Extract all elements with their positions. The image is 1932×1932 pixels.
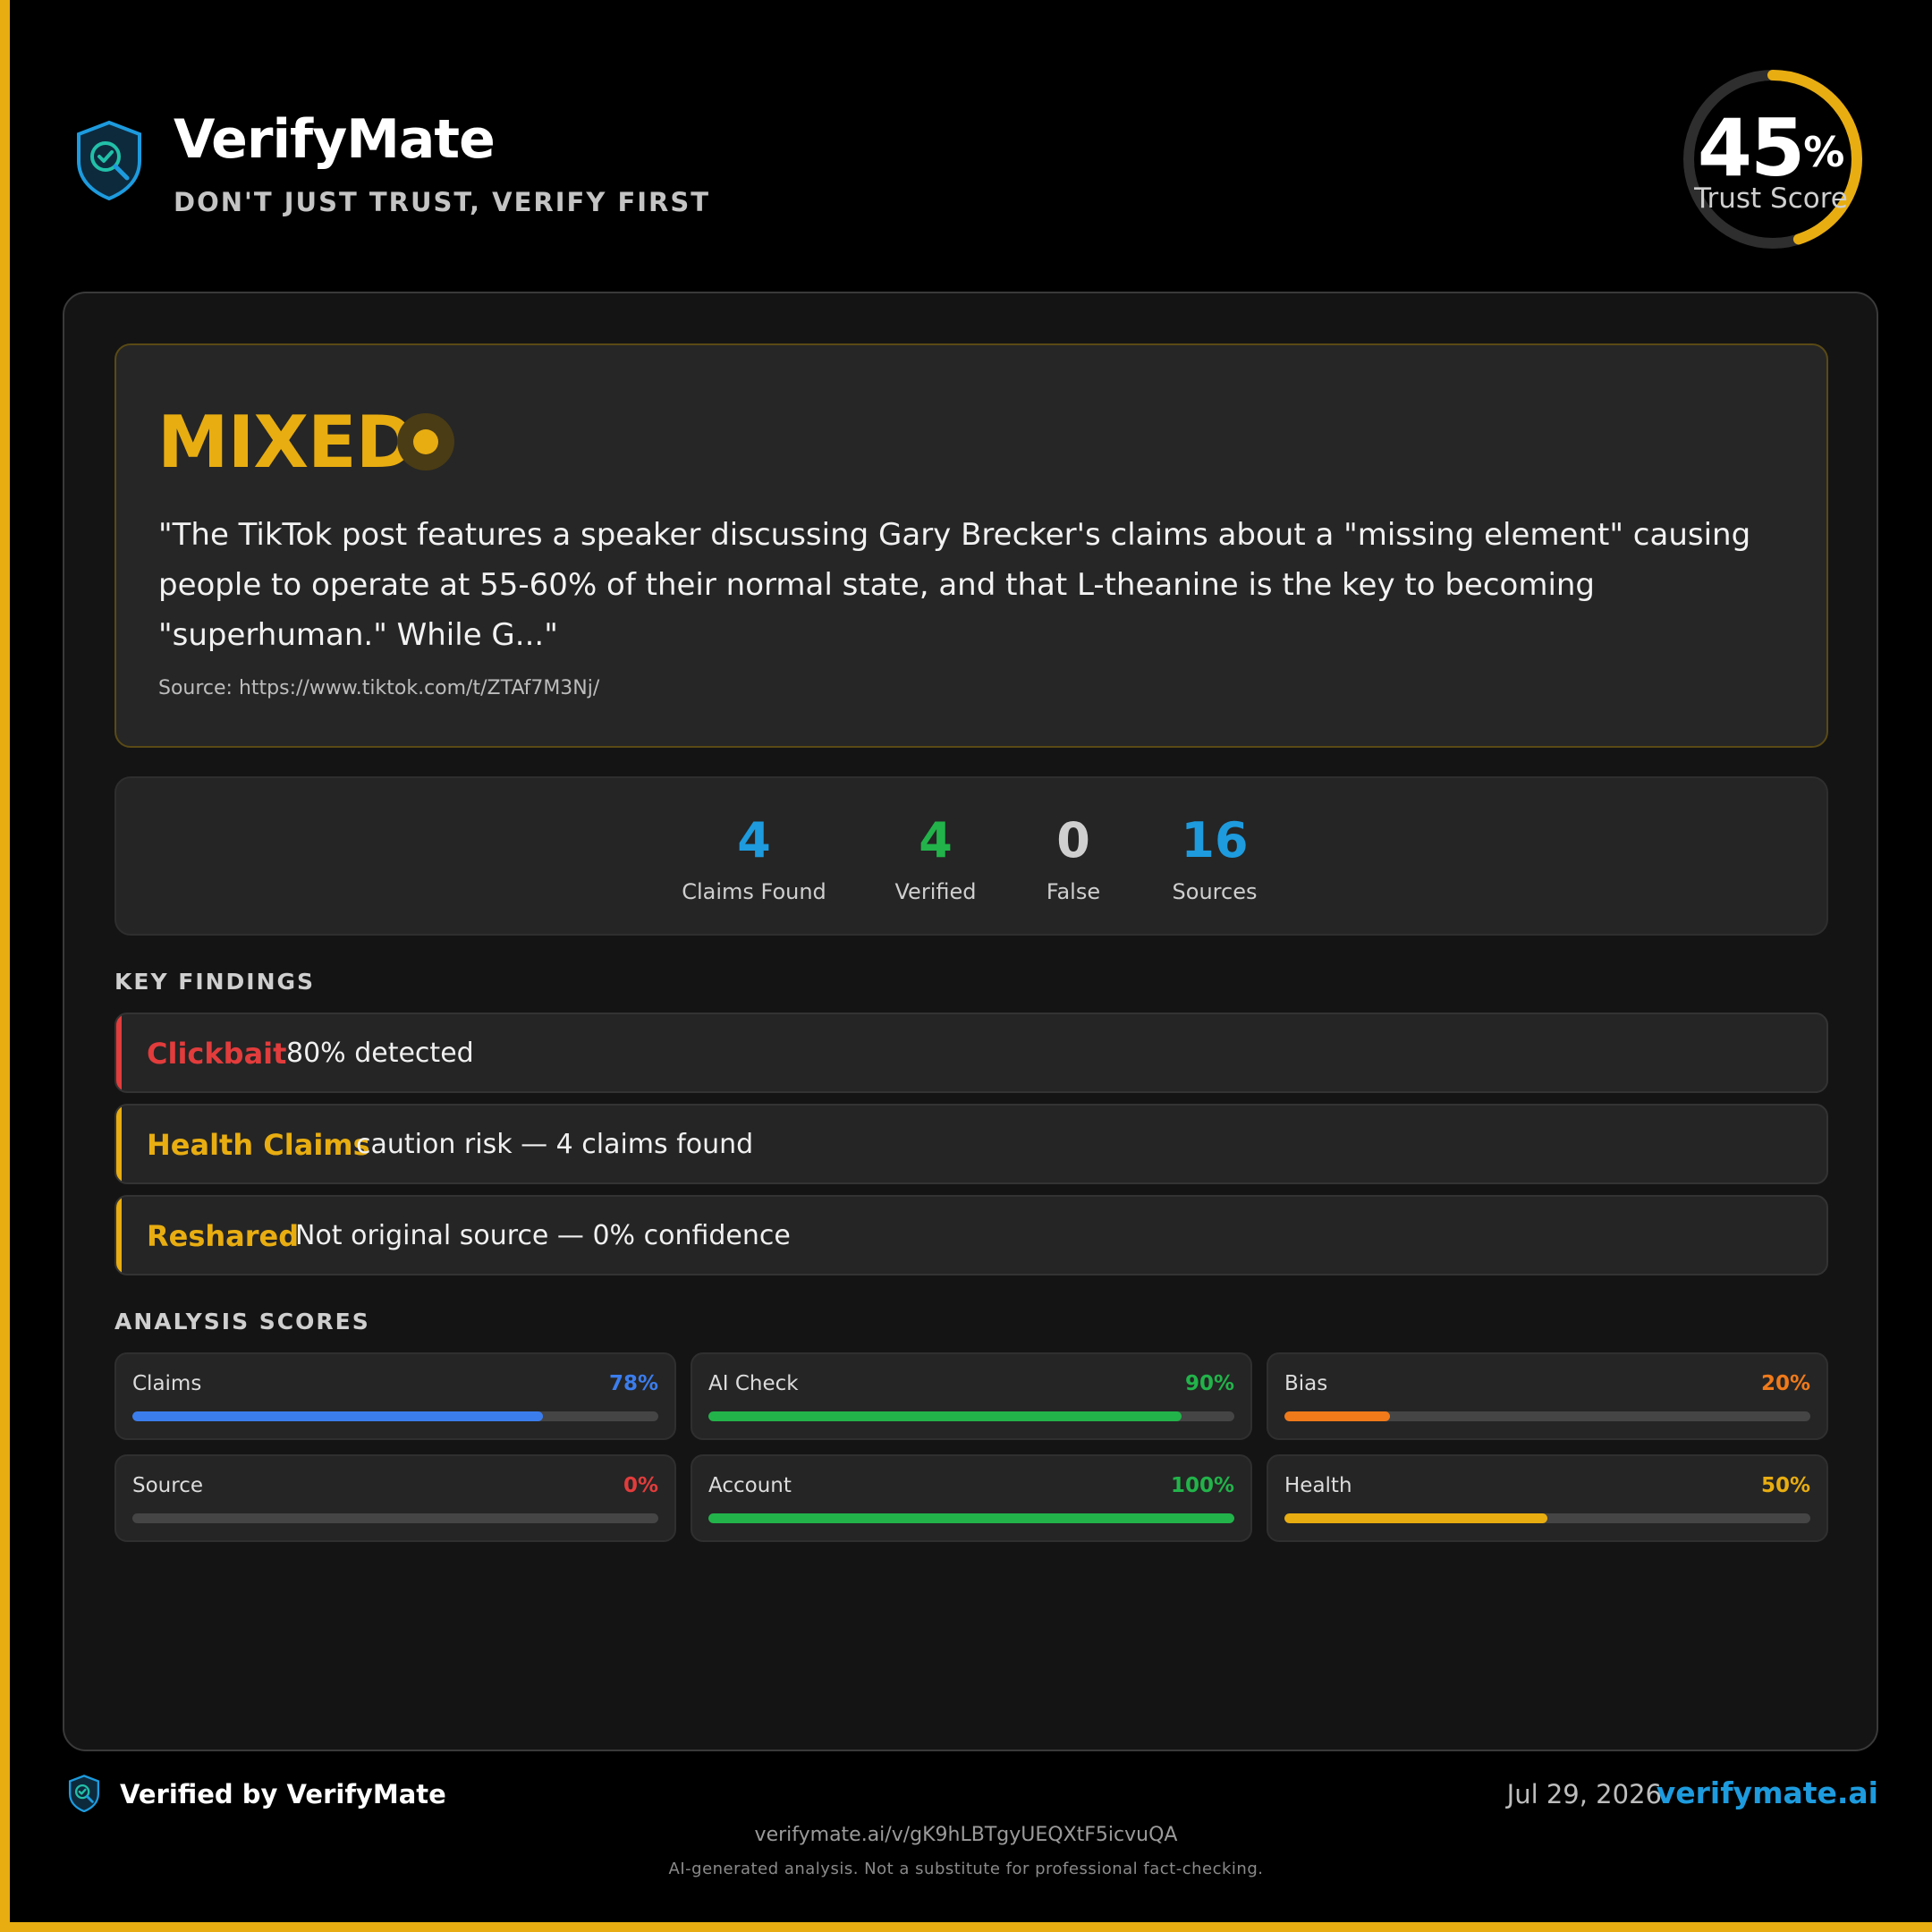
- stat-label: Verified: [894, 879, 977, 904]
- footer-share-url[interactable]: verifymate.ai/v/gK9hLBTgyUEQXtF5icvuQA: [0, 1823, 1932, 1848]
- footer-shield-icon: [68, 1775, 100, 1812]
- score-fill: [132, 1411, 543, 1421]
- score-track: [132, 1411, 658, 1421]
- footer-verified-by: Verified by VerifyMate: [120, 1779, 446, 1809]
- stat-sources: 16 Sources: [1161, 809, 1268, 907]
- score-track: [708, 1513, 1234, 1523]
- score-label: AI Check: [708, 1372, 799, 1395]
- stat-value: 16: [1181, 812, 1249, 869]
- verdict-quote: "The TikTok post features a speaker disc…: [158, 517, 1751, 653]
- stat-verified: 4 Verified: [882, 809, 989, 907]
- score-fill: [1284, 1513, 1547, 1523]
- verdict-status-dot: [397, 413, 454, 470]
- finding-text: Not original source — 0% confidence: [295, 1220, 791, 1251]
- trust-score-label: Trust Score: [1694, 182, 1848, 215]
- stat-value: 0: [1056, 812, 1090, 869]
- score-label: Health: [1284, 1474, 1352, 1497]
- score-card-ai-check: AI Check 90%: [691, 1352, 1252, 1440]
- score-value: 50%: [1760, 1474, 1810, 1497]
- score-track: [1284, 1513, 1810, 1523]
- finding-health-claims: Health Claims caution risk — 4 claims fo…: [114, 1104, 1828, 1184]
- score-value: 20%: [1760, 1372, 1810, 1395]
- key-findings-heading: KEY FINDINGS: [114, 969, 316, 995]
- finding-text: 80% detected: [286, 1038, 474, 1069]
- score-label: Claims: [132, 1372, 202, 1395]
- stat-label: Claims Found: [682, 879, 826, 904]
- score-card-account: Account 100%: [691, 1454, 1252, 1542]
- score-track: [1284, 1411, 1810, 1421]
- analysis-scores-heading: ANALYSIS SCORES: [114, 1309, 370, 1335]
- footer-disclaimer: AI-generated analysis. Not a substitute …: [668, 1860, 1264, 1878]
- finding-title: Reshared: [147, 1219, 300, 1253]
- score-card-bias: Bias 20%: [1267, 1352, 1828, 1440]
- footer-site-link[interactable]: verifymate.ai: [1657, 1776, 1878, 1810]
- stat-label: False: [1046, 879, 1101, 904]
- score-value: 78%: [608, 1372, 658, 1395]
- stat-label: Sources: [1172, 879, 1258, 904]
- finding-title: Health Claims: [147, 1128, 370, 1162]
- verdict-dot-inner: [413, 429, 438, 454]
- frame-accent-left: [0, 0, 10, 1932]
- score-fill: [1284, 1411, 1390, 1421]
- brand-tagline: DON'T JUST TRUST, VERIFY FIRST: [174, 187, 711, 217]
- stat-value: 4: [919, 812, 953, 869]
- score-fill: [708, 1513, 1234, 1523]
- stat-value: 4: [737, 812, 771, 869]
- finding-text: caution risk — 4 claims found: [356, 1129, 754, 1160]
- score-value: 0%: [623, 1474, 658, 1497]
- score-fill: [708, 1411, 1182, 1421]
- score-card-claims: Claims 78%: [114, 1352, 676, 1440]
- brand-name: VerifyMate: [174, 108, 496, 171]
- finding-accent-bar: [116, 1014, 122, 1091]
- frame-accent-bottom: [0, 1922, 1932, 1932]
- score-track: [132, 1513, 658, 1523]
- footer-date: Jul 29, 2026: [1506, 1779, 1662, 1809]
- stat-false: 0 False: [1029, 809, 1118, 907]
- trust-score-percent-sign: %: [1803, 128, 1845, 176]
- verdict-source-link[interactable]: Source: https://www.tiktok.com/t/ZTAf7M3…: [158, 676, 599, 701]
- finding-reshared: Reshared Not original source — 0% confid…: [114, 1195, 1828, 1275]
- finding-accent-bar: [116, 1106, 122, 1182]
- finding-accent-bar: [116, 1197, 122, 1274]
- verdict-title: MIXED: [157, 401, 415, 484]
- shield-check-icon: [77, 120, 141, 200]
- trust-score-value: 45%: [1697, 102, 1845, 194]
- score-value: 100%: [1170, 1474, 1234, 1497]
- score-card-health: Health 50%: [1267, 1454, 1828, 1542]
- score-label: Bias: [1284, 1372, 1328, 1395]
- finding-clickbait: Clickbait 80% detected: [114, 1013, 1828, 1093]
- score-label: Source: [132, 1474, 203, 1497]
- stat-claims-found: 4 Claims Found: [678, 809, 830, 907]
- score-card-source: Source 0%: [114, 1454, 676, 1542]
- score-label: Account: [708, 1474, 792, 1497]
- score-track: [708, 1411, 1234, 1421]
- finding-title: Clickbait: [147, 1037, 287, 1071]
- score-value: 90%: [1184, 1372, 1234, 1395]
